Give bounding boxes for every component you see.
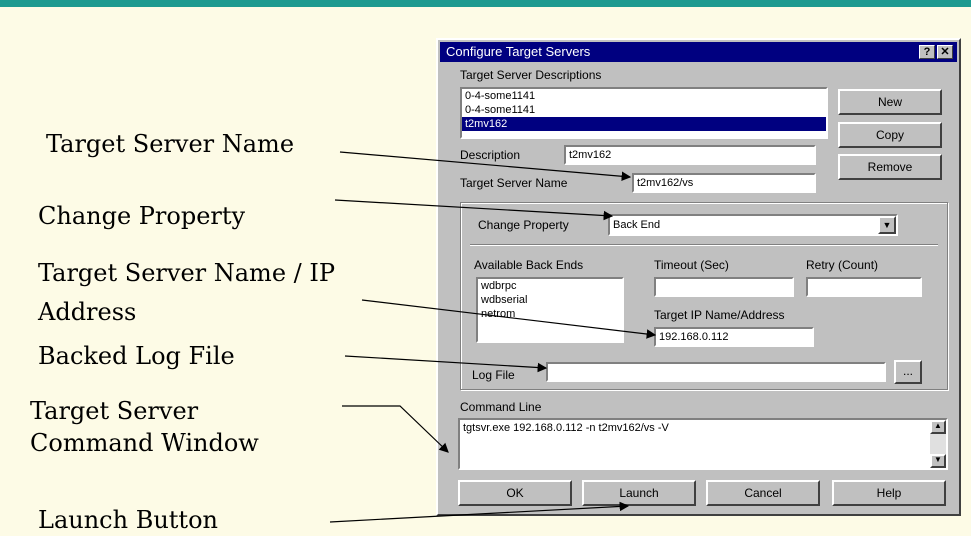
leader-launch-button bbox=[329, 501, 630, 523]
callout-leader-lines bbox=[329, 151, 657, 523]
leader-target-ip bbox=[361, 299, 657, 339]
leader-command-window bbox=[342, 405, 449, 453]
leader-target-server-name bbox=[339, 151, 632, 182]
leader-backed-log-file bbox=[344, 355, 548, 373]
leader-change-property bbox=[334, 199, 614, 221]
